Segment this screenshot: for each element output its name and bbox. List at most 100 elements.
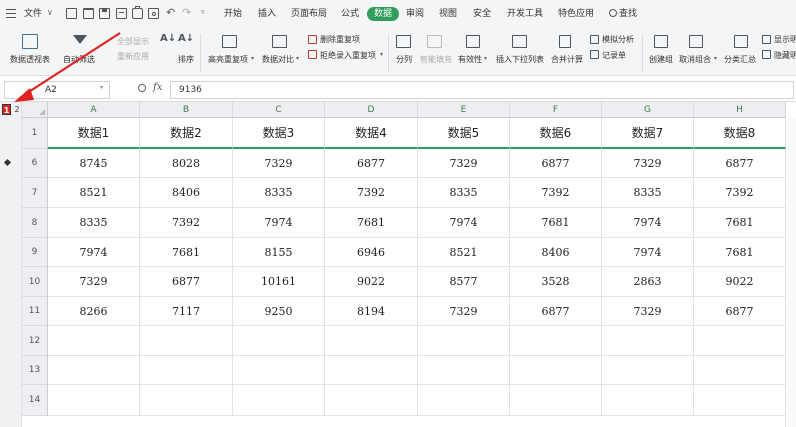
cell-e10[interactable]: 8577	[418, 267, 510, 297]
cell-d12[interactable]	[325, 326, 418, 356]
column-header-c[interactable]: C	[233, 102, 325, 118]
cell-f7[interactable]: 7392	[510, 178, 602, 208]
cell-g13[interactable]	[602, 356, 694, 385]
column-header-d[interactable]: D	[325, 102, 418, 118]
cell-e7[interactable]: 8335	[418, 178, 510, 208]
cell-a13[interactable]	[48, 356, 140, 385]
cell-b13[interactable]	[140, 356, 233, 385]
cell-c7[interactable]: 8335	[233, 178, 325, 208]
cell-h1[interactable]: 数据8	[694, 118, 786, 149]
cell-d9[interactable]: 6946	[325, 238, 418, 267]
cell-c9[interactable]: 8155	[233, 238, 325, 267]
row-header-12[interactable]: 12	[22, 326, 48, 356]
cell-a8[interactable]: 8335	[48, 208, 140, 238]
cell-b9[interactable]: 7681	[140, 238, 233, 267]
row-header-14[interactable]: 14	[22, 385, 48, 416]
cell-g6[interactable]: 7329	[602, 149, 694, 178]
cell-g11[interactable]: 7329	[602, 297, 694, 326]
cell-d1[interactable]: 数据4	[325, 118, 418, 149]
cell-g14[interactable]	[602, 385, 694, 416]
cell-e14[interactable]	[418, 385, 510, 416]
cell-e9[interactable]: 8521	[418, 238, 510, 267]
cell-g12[interactable]	[602, 326, 694, 356]
row-header-10[interactable]: 10	[22, 267, 48, 297]
cell-d14[interactable]	[325, 385, 418, 416]
cell-b6[interactable]: 8028	[140, 149, 233, 178]
cell-a6[interactable]: 8745	[48, 149, 140, 178]
row-header-9[interactable]: 9	[22, 238, 48, 267]
cell-e1[interactable]: 数据5	[418, 118, 510, 149]
cell-b11[interactable]: 7117	[140, 297, 233, 326]
cell-e12[interactable]	[418, 326, 510, 356]
cell-f14[interactable]	[510, 385, 602, 416]
cell-c10[interactable]: 10161	[233, 267, 325, 297]
cell-b14[interactable]	[140, 385, 233, 416]
row-header-6[interactable]: 6	[22, 149, 48, 178]
cell-f11[interactable]: 6877	[510, 297, 602, 326]
cell-f8[interactable]: 7681	[510, 208, 602, 238]
spreadsheet-grid: 1 2 A B C D E F G H 1 数据1 数据2 数据3 数据4 数据5 数据6 数据7 数据8 6 87…	[0, 32, 796, 427]
cell-b12[interactable]	[140, 326, 233, 356]
cell-c11[interactable]: 9250	[233, 297, 325, 326]
cell-h9[interactable]: 7681	[694, 238, 786, 267]
cell-e6[interactable]: 7329	[418, 149, 510, 178]
cell-c14[interactable]	[233, 385, 325, 416]
vertical-scrollbar[interactable]	[785, 118, 796, 427]
cell-d13[interactable]	[325, 356, 418, 385]
cell-d10[interactable]: 9022	[325, 267, 418, 297]
cell-c13[interactable]	[233, 356, 325, 385]
cell-b8[interactable]: 7392	[140, 208, 233, 238]
cell-g9[interactable]: 7974	[602, 238, 694, 267]
cell-c8[interactable]: 7974	[233, 208, 325, 238]
column-header-f[interactable]: F	[510, 102, 602, 118]
cell-h7[interactable]: 7392	[694, 178, 786, 208]
cell-e13[interactable]	[418, 356, 510, 385]
cell-h11[interactable]: 6877	[694, 297, 786, 326]
cell-d11[interactable]: 8194	[325, 297, 418, 326]
cell-a1[interactable]: 数据1	[48, 118, 140, 149]
cell-e8[interactable]: 7974	[418, 208, 510, 238]
cell-a12[interactable]	[48, 326, 140, 356]
row-header-7[interactable]: 7	[22, 178, 48, 208]
cell-c1[interactable]: 数据3	[233, 118, 325, 149]
column-header-h[interactable]: H	[694, 102, 786, 118]
cell-h14[interactable]	[694, 385, 786, 416]
cell-g1[interactable]: 数据7	[602, 118, 694, 149]
cell-f10[interactable]: 3528	[510, 267, 602, 297]
cell-f6[interactable]: 6877	[510, 149, 602, 178]
cell-c12[interactable]	[233, 326, 325, 356]
cell-c6[interactable]: 7329	[233, 149, 325, 178]
row-header-1[interactable]: 1	[22, 118, 48, 149]
row-header-8[interactable]: 8	[22, 208, 48, 238]
cell-d7[interactable]: 7392	[325, 178, 418, 208]
cell-h6[interactable]: 6877	[694, 149, 786, 178]
cell-h8[interactable]: 7681	[694, 208, 786, 238]
cell-b1[interactable]: 数据2	[140, 118, 233, 149]
cell-a14[interactable]	[48, 385, 140, 416]
cell-h10[interactable]: 9022	[694, 267, 786, 297]
column-header-g[interactable]: G	[602, 102, 694, 118]
cell-g7[interactable]: 8335	[602, 178, 694, 208]
cell-e11[interactable]: 7329	[418, 297, 510, 326]
cell-d8[interactable]: 7681	[325, 208, 418, 238]
cell-f12[interactable]	[510, 326, 602, 356]
column-header-e[interactable]: E	[418, 102, 510, 118]
cell-a11[interactable]: 8266	[48, 297, 140, 326]
column-header-b[interactable]: B	[140, 102, 233, 118]
cell-h13[interactable]	[694, 356, 786, 385]
cell-g8[interactable]: 7974	[602, 208, 694, 238]
cell-f13[interactable]	[510, 356, 602, 385]
cell-f9[interactable]: 8406	[510, 238, 602, 267]
column-header-a[interactable]: A	[48, 102, 140, 118]
cell-f1[interactable]: 数据6	[510, 118, 602, 149]
cell-g10[interactable]: 2863	[602, 267, 694, 297]
row-header-11[interactable]: 11	[22, 297, 48, 326]
cell-a10[interactable]: 7329	[48, 267, 140, 297]
row-header-13[interactable]: 13	[22, 356, 48, 385]
cell-d6[interactable]: 6877	[325, 149, 418, 178]
cell-h12[interactable]	[694, 326, 786, 356]
cell-b7[interactable]: 8406	[140, 178, 233, 208]
cell-b10[interactable]: 6877	[140, 267, 233, 297]
cell-a7[interactable]: 8521	[48, 178, 140, 208]
cell-a9[interactable]: 7974	[48, 238, 140, 267]
